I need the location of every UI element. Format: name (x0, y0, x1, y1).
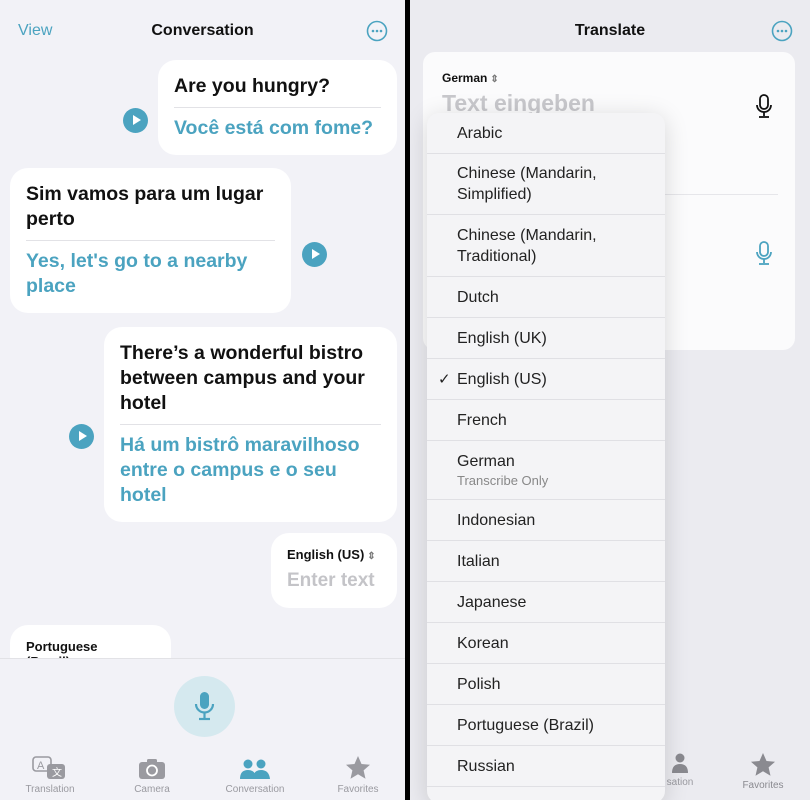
chevron-updown-icon: ⇕ (490, 74, 499, 85)
language-option-label: Indonesian (457, 511, 536, 529)
language-option[interactable]: Portuguese (Brazil) (427, 705, 665, 746)
source-language-selector[interactable]: German ⇕ (442, 71, 499, 85)
language-option-label: Japanese (457, 593, 527, 611)
message-bubble: There’s a wonderful bistro between campu… (104, 327, 397, 522)
language-option[interactable]: Chinese (Mandarin, Simplified) (427, 154, 665, 215)
language-option[interactable]: Italian (427, 541, 665, 582)
tab-label: Favorites (742, 780, 784, 791)
tab-camera[interactable]: Camera (107, 752, 197, 795)
page-title: Translate (574, 22, 646, 39)
language-option-sublabel: Transcribe Only (457, 473, 549, 488)
language-option[interactable]: Korean (427, 623, 665, 664)
language-option[interactable]: Japanese (427, 582, 665, 623)
star-icon (751, 753, 775, 776)
tab-translation[interactable]: A文 Translation (5, 752, 95, 795)
language-option[interactable]: German Transcribe Only (427, 441, 665, 500)
tab-favorites[interactable]: Favorites (313, 752, 403, 795)
language-option-label: Russian (457, 757, 515, 775)
divider (663, 194, 778, 195)
language-option[interactable]: Dutch (427, 277, 665, 318)
language-option[interactable]: Polish (427, 664, 665, 705)
microphone-button[interactable] (174, 676, 235, 737)
microphone-icon[interactable] (755, 94, 773, 120)
checkmark-icon: ✓ (438, 370, 451, 388)
language-option-label: Chinese (Mandarin, Traditional) (457, 226, 597, 265)
people-icon (240, 759, 270, 779)
tab-label: Translation (25, 784, 75, 795)
message-source: There’s a wonderful bistro between campu… (120, 341, 381, 425)
translate-bubbles-icon: A文 (32, 756, 65, 779)
page-title: Conversation (151, 22, 254, 39)
microphone-icon[interactable] (755, 241, 773, 267)
language-label: English (US) (287, 547, 365, 562)
language-option-label: French (457, 411, 507, 429)
language-option[interactable]: French (427, 400, 665, 441)
text-input-placeholder[interactable]: Enter text (287, 570, 381, 592)
language-selector[interactable]: English (US) ⇕ (287, 547, 381, 562)
language-option-label: Portuguese (Brazil) (457, 716, 594, 734)
message-translation: Você está com fome? (174, 117, 374, 139)
language-option-label: English (US) (457, 370, 547, 388)
play-button[interactable] (69, 424, 94, 449)
language-option[interactable]: English (UK) (427, 318, 665, 359)
message-source: Are you hungry? (174, 74, 381, 108)
language-option-label: Chinese (Mandarin, Simplified) (457, 165, 597, 203)
svg-text:A: A (37, 760, 45, 772)
language-option[interactable]: Arabic (427, 113, 665, 154)
microphone-icon (194, 692, 215, 721)
language-option[interactable]: ✓ English (US) (427, 359, 665, 400)
tab-label: Camera (134, 784, 170, 795)
language-option[interactable]: Russian (427, 746, 665, 787)
language-option-label: Polish (457, 675, 501, 693)
camera-icon (139, 759, 165, 779)
language-option-label: Italian (457, 552, 500, 570)
language-label: German (442, 71, 488, 85)
conversation-panel: View Conversation Are you hungry? Você e… (0, 0, 405, 800)
message-bubble: Sim vamos para um lugar perto Yes, let's… (10, 168, 291, 313)
tab-label: Favorites (337, 784, 379, 795)
language-option[interactable]: Chinese (Mandarin, Traditional) (427, 215, 665, 277)
svg-text:文: 文 (52, 766, 62, 779)
message-source: Sim vamos para um lugar perto (26, 182, 275, 241)
language-option-label: English (UK) (457, 329, 547, 347)
star-icon (346, 756, 370, 779)
language-option[interactable]: Indonesian (427, 500, 665, 541)
ellipsis-circle-icon[interactable] (366, 20, 388, 42)
english-input-bubble[interactable]: English (US) ⇕ Enter text (271, 533, 397, 608)
language-option-label: Arabic (457, 124, 503, 142)
message-translation: Yes, let's go to a nearby place (26, 250, 248, 297)
language-option-label: German (457, 453, 515, 470)
play-button[interactable] (123, 108, 148, 133)
translate-panel: Translate German ⇕ Text eingeben sation F… (410, 0, 810, 800)
chevron-updown-icon: ⇕ (367, 551, 376, 562)
play-button[interactable] (302, 242, 327, 267)
tab-conversation[interactable]: Conversation (210, 752, 300, 795)
tab-favorites[interactable]: Favorites (723, 752, 803, 791)
ellipsis-circle-icon[interactable] (771, 20, 793, 42)
language-option-label: Dutch (457, 288, 499, 306)
language-dropdown-menu: Arabic Chinese (Mandarin, Simplified) Chin… (427, 113, 665, 800)
language-option-label: Korean (457, 634, 509, 652)
message-bubble: Are you hungry? Você está com fome? (158, 60, 397, 155)
people-icon (672, 753, 688, 773)
tab-label: Conversation (225, 784, 285, 795)
message-translation: Há um bistrô maravilhoso entre o campus … (120, 434, 360, 506)
